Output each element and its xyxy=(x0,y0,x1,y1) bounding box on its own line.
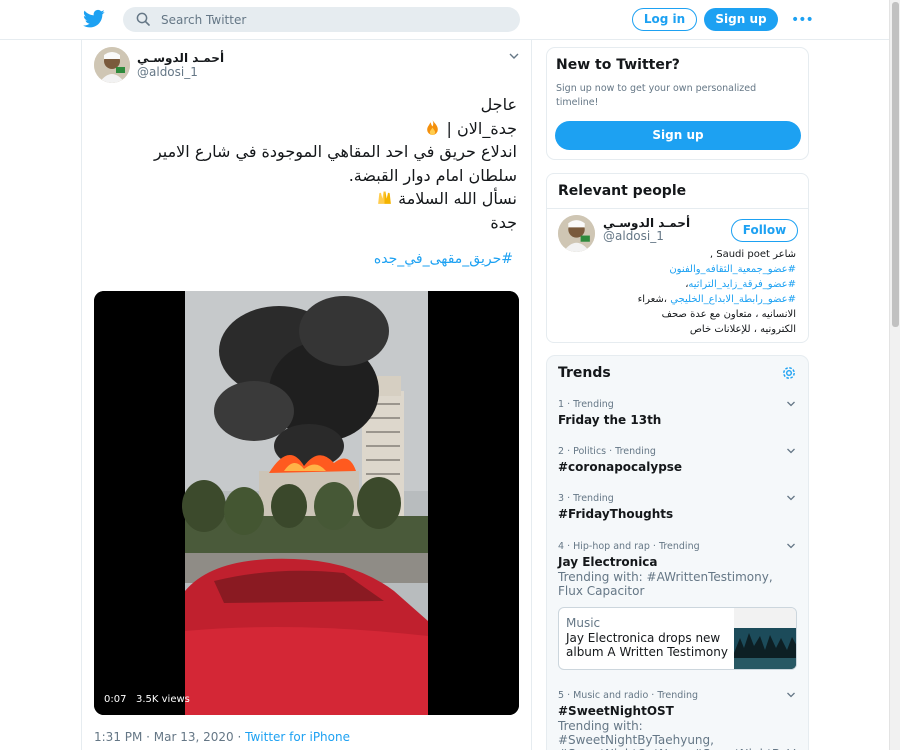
chevron-down-icon[interactable] xyxy=(508,50,520,62)
bio-hashtag-link[interactable]: #عضو_جمعية_الثقافه_والفنون xyxy=(669,264,796,275)
chevron-down-icon[interactable] xyxy=(786,446,796,456)
trend-name[interactable]: #coronapocalypse xyxy=(558,460,682,474)
avatar-image xyxy=(94,47,130,83)
trend-name[interactable]: Friday the 13th xyxy=(558,413,661,427)
tweet-source-link[interactable]: Twitter for iPhone xyxy=(245,730,350,744)
trend-meta: 2 · Politics · Trending xyxy=(558,446,656,457)
video-duration: 0:07 xyxy=(104,694,127,705)
page-scrollbar[interactable] xyxy=(889,0,900,750)
trend-meta: 5 · Music and radio · Trending xyxy=(558,690,699,701)
tweet-timestamp[interactable]: 1:31 PM · Mar 13, 2020 · xyxy=(94,730,245,744)
bio-line: شاعر Saudi poet , xyxy=(709,249,796,260)
relevant-people-title: Relevant people xyxy=(558,183,687,199)
relevant-person-bio: شاعر Saudi poet , #عضو_جمعية_الثقافه_وال… xyxy=(576,247,796,337)
trend-name[interactable]: #FridayThoughts xyxy=(558,507,673,521)
bio-hashtag-link[interactable]: #عضو_فرقة_زايد_التراثيه xyxy=(688,279,796,290)
relevant-people-card: Relevant people أحمـد الدوسـي @aldosi_1 … xyxy=(546,173,809,343)
author-name[interactable]: أحمـد الدوسـي xyxy=(137,51,224,65)
search-icon xyxy=(136,12,150,26)
tweet-video[interactable]: 0:07 3.5K views xyxy=(94,291,519,715)
search-box[interactable] xyxy=(123,7,520,32)
chevron-down-icon[interactable] xyxy=(786,690,796,700)
trend-name[interactable]: #SweetNightOST xyxy=(558,704,674,718)
trend-related: Trending with: #AWrittenTestimony, Flux … xyxy=(558,570,773,598)
bio-line: الكترونيه ، للإعلانات خاص xyxy=(689,324,796,335)
tweet-line: عاجل xyxy=(480,95,517,114)
bio-hashtag-link[interactable]: #عضو_رابطة_الابداع_الخليجي xyxy=(670,294,796,305)
signup-button[interactable]: Sign up xyxy=(704,8,778,31)
tweet-line: جدة_الان | xyxy=(97,117,517,141)
chevron-down-icon[interactable] xyxy=(786,493,796,503)
chevron-down-icon[interactable] xyxy=(786,399,796,409)
twitter-page: Log in Sign up ••• أحمـد الدوسـي @aldosi… xyxy=(0,0,900,750)
top-navigation-bar: Log in Sign up ••• xyxy=(0,0,889,40)
bio-text: ،شعراء xyxy=(637,294,671,305)
tweet-line-text: نسأل الله السلامة xyxy=(398,189,517,208)
trend-related: Trending with: #SweetNightByTaehyung, #S… xyxy=(558,719,795,750)
author-handle[interactable]: @aldosi_1 xyxy=(137,65,198,79)
more-options-icon[interactable]: ••• xyxy=(791,13,814,27)
video-views: 3.5K views xyxy=(136,694,190,705)
signup-card: New to Twitter? Sign up now to get your … xyxy=(546,47,809,160)
divider xyxy=(547,208,808,209)
praying-hands-emoji-icon xyxy=(378,191,391,204)
trend-item[interactable]: 5 · Music and radio · Trending #SweetNig… xyxy=(547,690,808,750)
trend-media-card[interactable]: Music Jay Electronica drops new album A … xyxy=(558,607,797,670)
signup-card-button[interactable]: Sign up xyxy=(555,121,801,150)
chevron-down-icon[interactable] xyxy=(786,541,796,551)
scrollbar-thumb[interactable] xyxy=(892,2,899,327)
author-avatar[interactable] xyxy=(94,47,130,83)
bio-line: #عضو_رابطة_الابداع_الخليجي ،شعراء xyxy=(576,292,796,307)
media-card-thumbnail xyxy=(734,608,796,669)
signup-card-text: Sign up now to get your own personalized… xyxy=(556,83,757,108)
follow-button[interactable]: Follow xyxy=(731,219,798,242)
tweet-line: اندلاع حريق في احد المقاهي الموجودة في ش… xyxy=(153,142,517,161)
bio-line: #عضو_فرقة_زايد_التراثيه، xyxy=(576,277,796,292)
search-input[interactable] xyxy=(161,10,501,29)
twitter-bird-icon[interactable] xyxy=(83,9,105,29)
tweet-text: عاجل جدة_الان | اندلاع حريق في احد المقا… xyxy=(97,93,517,234)
tweet-metadata: 1:31 PM · Mar 13, 2020 · Twitter for iPh… xyxy=(94,730,350,744)
gear-icon[interactable] xyxy=(781,365,797,381)
video-frame xyxy=(94,291,519,715)
login-button[interactable]: Log in xyxy=(632,8,697,31)
tweet-line: نسأل الله السلامة xyxy=(97,187,517,211)
signup-card-title: New to Twitter? xyxy=(556,57,680,73)
fire-emoji-icon xyxy=(427,119,439,135)
trends-card: Trends 1 · Trending Friday the 13th 2 · … xyxy=(546,355,809,750)
trend-name[interactable]: Jay Electronica xyxy=(558,555,658,569)
tweet-hashtag-link[interactable]: #حريق_مقهى_في_جده xyxy=(374,251,513,267)
relevant-person-name[interactable]: أحمـد الدوسـي xyxy=(603,216,690,230)
tweet-line: سلطان امام دوار القبضة. xyxy=(348,165,517,185)
bio-line: #عضو_جمعية_الثقافه_والفنون xyxy=(576,262,796,277)
relevant-person-handle[interactable]: @aldosi_1 xyxy=(603,229,664,243)
media-card-kicker: Music xyxy=(566,616,601,630)
trend-meta: 4 · Hip-hop and rap · Trending xyxy=(558,541,700,552)
bio-line: الانسانيه ، متعاون مع عدة صحف xyxy=(661,309,796,320)
tweet-line-text: جدة_الان | xyxy=(446,118,517,138)
trend-meta: 1 · Trending xyxy=(558,399,614,410)
trend-meta: 3 · Trending xyxy=(558,493,614,504)
media-card-headline[interactable]: Jay Electronica drops new album A Writte… xyxy=(566,631,734,659)
tweet-line: جدة xyxy=(490,212,517,232)
tweet-column: أحمـد الدوسـي @aldosi_1 عاجل جدة_الان | … xyxy=(81,40,532,750)
trends-title: Trends xyxy=(558,365,611,381)
